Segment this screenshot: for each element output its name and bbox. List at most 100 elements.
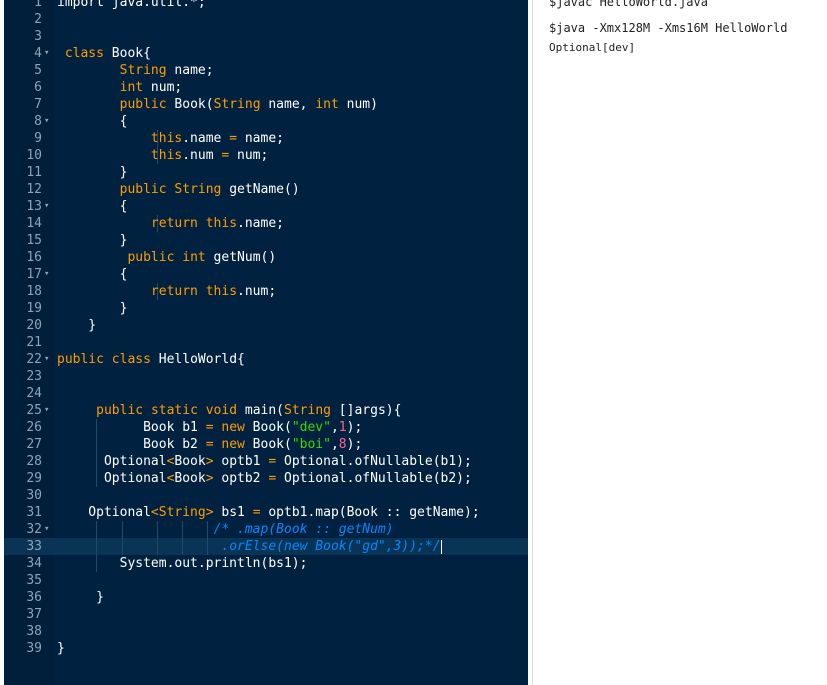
code-token: optb2 — [213, 471, 269, 486]
fold-arrow-icon[interactable]: ▾ — [44, 198, 54, 215]
code-line[interactable]: 5 String name; — [4, 62, 528, 79]
code-line[interactable]: 30 — [4, 487, 528, 504]
fold-arrow-icon[interactable]: ▾ — [44, 266, 54, 283]
code-line[interactable]: 13 ▾ { — [4, 198, 528, 215]
code-line[interactable]: 28 Optional<Book> optb1 = Optional.ofNul… — [4, 453, 528, 470]
code-token: class — [111, 352, 151, 367]
code-token: String — [174, 182, 222, 197]
fold-arrow-icon[interactable]: ▾ — [44, 521, 54, 538]
code-token: class — [64, 46, 104, 61]
code-editor[interactable]: 1 import java.util.*; 2 3 4 ▾ class Book{5 St… — [4, 0, 528, 685]
code-token: new — [221, 420, 245, 435]
code-line[interactable]: 20 } — [4, 317, 528, 334]
code-token: = — [268, 454, 277, 469]
code-line[interactable]: 38 — [4, 623, 528, 640]
code-line[interactable]: 18 return this.num; — [4, 283, 528, 300]
code-text: Optional<Book> optb2 = Optional.ofNullab… — [57, 470, 472, 487]
code-line[interactable]: 7 public Book(String name, int num) — [4, 96, 528, 113]
code-token: Book( — [244, 437, 292, 452]
code-token: } — [57, 301, 128, 316]
code-token: , — [330, 420, 339, 435]
code-line[interactable]: 36 } — [4, 589, 528, 606]
code-line[interactable]: 11 } — [4, 164, 528, 181]
code-line[interactable]: 21 — [4, 334, 528, 351]
code-token: public — [57, 352, 104, 367]
code-line[interactable]: 25 ▾ public static void main(String []arg… — [4, 402, 528, 419]
code-line[interactable]: 17 ▾ { — [4, 266, 528, 283]
code-line[interactable]: 15 } — [4, 232, 528, 249]
line-number: 28 — [26, 454, 42, 469]
code-line[interactable]: 16 public int getNum() — [4, 249, 528, 266]
code-token: { — [57, 199, 128, 214]
code-line[interactable]: 19 } — [4, 300, 528, 317]
line-number: 5 — [34, 63, 42, 78]
line-number: 7 — [34, 97, 42, 112]
code-line[interactable]: 2 — [4, 11, 528, 28]
code-token: ); — [346, 420, 363, 435]
line-number: 3 — [34, 29, 42, 44]
code-token: ); — [346, 437, 363, 452]
line-number: 29 — [26, 471, 42, 486]
code-line[interactable]: 9 this.name = name; — [4, 130, 528, 147]
code-line[interactable]: 4 ▾ class Book{ — [4, 45, 528, 62]
code-token: []args){ — [330, 403, 402, 418]
line-number: 6 — [34, 80, 42, 95]
fold-arrow-icon[interactable]: ▾ — [44, 402, 54, 419]
code-line[interactable]: 34 System.out.println(bs1); — [4, 555, 528, 572]
line-number: 21 — [26, 335, 42, 350]
code-line[interactable]: 32 ▾ /* .map(Book :: getNum) — [4, 521, 528, 538]
code-line[interactable]: 3 — [4, 28, 528, 45]
code-token: String — [213, 97, 261, 112]
code-line[interactable]: 10 this.num = num; — [4, 147, 528, 164]
panel-divider[interactable] — [532, 0, 533, 685]
code-token: = — [268, 471, 277, 486]
fold-arrow-icon[interactable]: ▾ — [44, 113, 54, 130]
code-token: .name; — [237, 216, 284, 231]
code-line[interactable]: 33 .orElse(new Book("gd",3));*/ — [4, 538, 528, 555]
code-line[interactable]: 26 Book b1 = new Book("dev",1); — [4, 419, 528, 436]
code-line[interactable]: 14 return this.name; — [4, 215, 528, 232]
code-token: /* .map(Book :: getNum) — [213, 522, 394, 537]
code-line[interactable]: 31 Optional<String> bs1 = optb1.map(Book… — [4, 504, 528, 521]
line-number: 11 — [26, 165, 42, 180]
line-number: 18 — [26, 284, 42, 299]
code-text: Optional<Book> optb1 = Optional.ofNullab… — [57, 453, 472, 470]
code-token: "dev" — [291, 420, 331, 435]
code-token: } — [57, 318, 97, 333]
code-line[interactable]: 39} — [4, 640, 528, 657]
line-number: 19 — [26, 301, 42, 316]
line-number: 26 — [26, 420, 42, 435]
code-token: Optional — [57, 471, 167, 486]
code-token: bs1 — [213, 505, 253, 520]
code-token: Optional — [57, 454, 167, 469]
code-token: this — [150, 131, 183, 146]
line-number: 14 — [26, 216, 42, 231]
code-line[interactable]: 22 ▾ public class HelloWorld{ — [4, 351, 528, 368]
code-token: num; — [229, 148, 269, 163]
code-line[interactable]: 37 — [4, 606, 528, 623]
code-line[interactable]: 6 int num; — [4, 79, 528, 96]
code-line[interactable]: 24 — [4, 385, 528, 402]
code-token: 8 — [338, 437, 347, 452]
code-text: { — [57, 266, 128, 283]
code-line[interactable]: 29 Optional<Book> optb2 = Optional.ofNul… — [4, 470, 528, 487]
code-token: .num; — [237, 284, 277, 299]
code-line[interactable]: 12 public String getName() — [4, 181, 528, 198]
code-token: .num — [182, 148, 222, 163]
code-line[interactable]: 8 ▾ { — [4, 113, 528, 130]
code-token: String — [119, 63, 167, 78]
code-token: public — [119, 182, 167, 197]
fold-arrow-icon[interactable]: ▾ — [44, 45, 54, 62]
code-line[interactable]: 23 — [4, 368, 528, 385]
code-line[interactable]: 27 Book b2 = new Book("boi",8); — [4, 436, 528, 453]
code-line[interactable]: 35 — [4, 572, 528, 589]
fold-arrow-icon[interactable]: ▾ — [44, 351, 54, 368]
code-line[interactable]: 1 import java.util.*; — [4, 0, 528, 11]
code-token: } — [57, 165, 128, 180]
